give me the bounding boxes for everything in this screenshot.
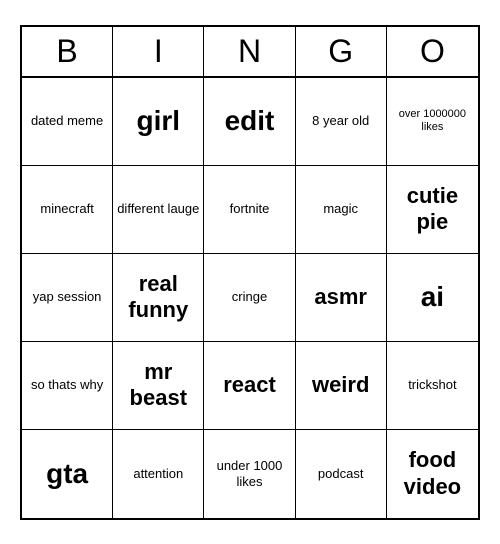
cell-text-24: food video bbox=[391, 447, 474, 500]
cell-text-5: minecraft bbox=[40, 201, 93, 217]
cell-text-21: attention bbox=[133, 466, 183, 482]
bingo-cell-0: dated meme bbox=[22, 78, 113, 166]
cell-text-11: real funny bbox=[117, 271, 199, 324]
bingo-cell-5: minecraft bbox=[22, 166, 113, 254]
cell-text-6: different lauge bbox=[117, 201, 199, 217]
bingo-cell-2: edit bbox=[204, 78, 295, 166]
bingo-cell-24: food video bbox=[387, 430, 478, 518]
cell-text-20: gta bbox=[46, 457, 88, 491]
bingo-cell-17: react bbox=[204, 342, 295, 430]
header-letter-g: G bbox=[296, 27, 387, 76]
bingo-cell-18: weird bbox=[296, 342, 387, 430]
cell-text-15: so thats why bbox=[31, 377, 103, 393]
bingo-cell-6: different lauge bbox=[113, 166, 204, 254]
bingo-board: BINGO dated meme girl edit 8 year old over 1… bbox=[20, 25, 480, 520]
bingo-cell-21: attention bbox=[113, 430, 204, 518]
cell-text-22: under 1000 likes bbox=[208, 458, 290, 489]
cell-text-10: yap session bbox=[33, 289, 102, 305]
bingo-cell-1: girl bbox=[113, 78, 204, 166]
bingo-cell-13: asmr bbox=[296, 254, 387, 342]
cell-text-8: magic bbox=[323, 201, 358, 217]
bingo-cell-23: podcast bbox=[296, 430, 387, 518]
bingo-cell-4: over 1000000 likes bbox=[387, 78, 478, 166]
bingo-cell-16: mr beast bbox=[113, 342, 204, 430]
cell-text-14: ai bbox=[421, 280, 444, 314]
cell-text-7: fortnite bbox=[230, 201, 270, 217]
cell-text-4: over 1000000 likes bbox=[391, 108, 474, 134]
cell-text-3: 8 year old bbox=[312, 113, 369, 129]
cell-text-16: mr beast bbox=[117, 359, 199, 412]
bingo-cell-15: so thats why bbox=[22, 342, 113, 430]
cell-text-23: podcast bbox=[318, 466, 364, 482]
cell-text-1: girl bbox=[137, 104, 181, 138]
bingo-grid: dated meme girl edit 8 year old over 1000000… bbox=[22, 78, 478, 518]
cell-text-17: react bbox=[223, 372, 276, 398]
bingo-cell-3: 8 year old bbox=[296, 78, 387, 166]
bingo-cell-11: real funny bbox=[113, 254, 204, 342]
header-letter-i: I bbox=[113, 27, 204, 76]
bingo-cell-19: trickshot bbox=[387, 342, 478, 430]
cell-text-19: trickshot bbox=[408, 377, 456, 393]
bingo-header: BINGO bbox=[22, 27, 478, 78]
cell-text-13: asmr bbox=[314, 284, 367, 310]
bingo-cell-9: cutie pie bbox=[387, 166, 478, 254]
header-letter-b: B bbox=[22, 27, 113, 76]
header-letter-n: N bbox=[204, 27, 295, 76]
bingo-cell-12: cringe bbox=[204, 254, 295, 342]
cell-text-2: edit bbox=[225, 104, 275, 138]
bingo-cell-7: fortnite bbox=[204, 166, 295, 254]
bingo-cell-10: yap session bbox=[22, 254, 113, 342]
header-letter-o: O bbox=[387, 27, 478, 76]
cell-text-12: cringe bbox=[232, 289, 267, 305]
cell-text-0: dated meme bbox=[31, 113, 103, 129]
cell-text-9: cutie pie bbox=[391, 183, 474, 236]
cell-text-18: weird bbox=[312, 372, 369, 398]
bingo-cell-14: ai bbox=[387, 254, 478, 342]
bingo-cell-8: magic bbox=[296, 166, 387, 254]
bingo-cell-22: under 1000 likes bbox=[204, 430, 295, 518]
bingo-cell-20: gta bbox=[22, 430, 113, 518]
